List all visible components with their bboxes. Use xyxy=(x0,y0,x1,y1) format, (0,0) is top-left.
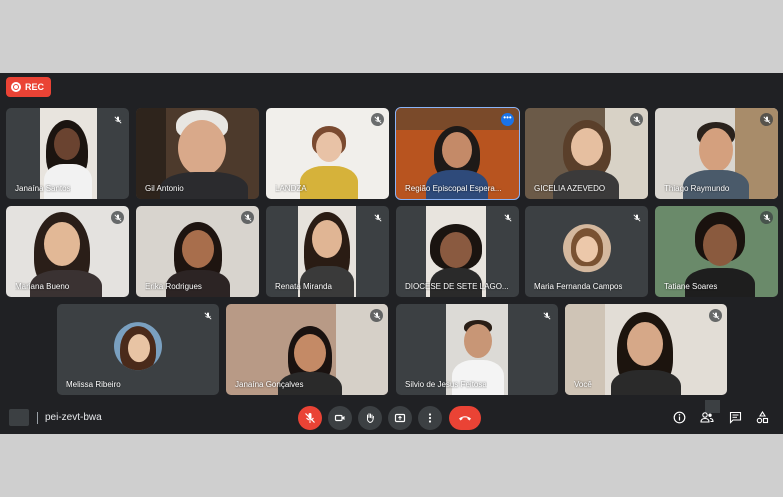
raise-hand-button[interactable] xyxy=(358,406,382,430)
more-options-button[interactable] xyxy=(418,406,442,430)
participant-name: Thiago Raymundo xyxy=(664,184,730,193)
divider xyxy=(37,412,38,424)
participant-avatar xyxy=(114,321,162,370)
participant-tile[interactable]: LANDZA xyxy=(266,108,389,199)
participant-tile[interactable]: DIOCESE DE SETE LAGO... xyxy=(396,206,519,297)
recording-badge: REC xyxy=(6,77,52,97)
info-icon xyxy=(673,411,685,423)
recording-label: REC xyxy=(25,82,45,92)
participant-name: LANDZA xyxy=(275,184,307,193)
mic-off-icon xyxy=(630,211,643,224)
mic-off-icon xyxy=(760,211,773,224)
participant-tile[interactable]: Silvio de Jesus Feitosa xyxy=(396,304,558,395)
mic-off-icon xyxy=(241,211,254,224)
mic-off-icon xyxy=(760,113,773,126)
more-options-icon[interactable]: ••• xyxy=(501,113,514,126)
participant-tile[interactable]: Janaína Santos xyxy=(6,108,129,199)
participant-tile[interactable]: Melissa Ribeiro xyxy=(57,304,219,395)
record-icon xyxy=(11,82,21,92)
participant-tile[interactable]: Maria Fernanda Campos xyxy=(525,206,648,297)
participant-name: Maria Fernanda Campos xyxy=(534,282,623,291)
mic-off-icon xyxy=(501,211,514,224)
self-preview-thumbnail[interactable] xyxy=(9,409,29,426)
present-screen-button[interactable] xyxy=(388,406,412,430)
leave-call-button[interactable] xyxy=(449,406,481,430)
mic-off-icon xyxy=(630,113,643,126)
mic-off-icon xyxy=(709,309,722,322)
meeting-details-button[interactable] xyxy=(670,408,688,426)
mic-off-icon xyxy=(111,113,124,126)
mic-off-icon xyxy=(540,309,553,322)
control-bar: pei-zevt-bwa xyxy=(0,400,783,434)
mic-toggle-button[interactable] xyxy=(298,406,322,430)
participant-tile[interactable]: Janaína Gonçalves xyxy=(226,304,388,395)
participant-tile[interactable]: Renata Miranda xyxy=(266,206,389,297)
participant-tile[interactable]: Thiago Raymundo xyxy=(655,108,778,199)
participant-name: Gil Antonio xyxy=(145,184,184,193)
hang-up-icon xyxy=(459,416,471,421)
camera-icon xyxy=(334,414,345,422)
meeting-code: pei-zevt-bwa xyxy=(45,412,102,423)
participant-tile[interactable]: Gil Antonio xyxy=(136,108,259,199)
mic-off-icon xyxy=(305,413,315,423)
participant-name: GICELIA AZEVEDO xyxy=(534,184,606,193)
participant-name: Erika Rodrigues xyxy=(145,282,202,291)
mic-off-icon xyxy=(371,113,384,126)
mic-off-icon xyxy=(111,211,124,224)
participant-tile-self[interactable]: Você xyxy=(565,304,727,395)
mic-off-icon xyxy=(201,309,214,322)
people-button[interactable] xyxy=(698,408,716,426)
participant-name: Renata Miranda xyxy=(275,282,332,291)
mic-off-icon xyxy=(371,211,384,224)
chat-icon xyxy=(729,411,741,424)
participant-name: Você xyxy=(574,380,592,389)
participant-tile-active[interactable]: Região Episcopal Espera... ••• xyxy=(395,107,520,200)
participant-avatar xyxy=(562,223,611,272)
meet-window: REC Janaína Santos Gil Antonio LANDZA Re… xyxy=(0,73,783,434)
participant-name: DIOCESE DE SETE LAGO... xyxy=(405,282,509,291)
camera-toggle-button[interactable] xyxy=(328,406,352,430)
participant-name: Janaína Gonçalves xyxy=(235,380,304,389)
raise-hand-icon xyxy=(366,413,374,424)
people-icon xyxy=(700,411,714,423)
participant-name: Melissa Ribeiro xyxy=(66,380,121,389)
chat-button[interactable] xyxy=(726,408,744,426)
participant-tile[interactable]: Tatiane Soares xyxy=(655,206,778,297)
activities-button[interactable] xyxy=(753,408,771,426)
participant-tile[interactable]: Erika Rodrigues xyxy=(136,206,259,297)
participant-name: Mariana Bueno xyxy=(15,282,70,291)
participant-name: Tatiane Soares xyxy=(664,282,718,291)
present-icon xyxy=(394,413,406,423)
participant-name: Silvio de Jesus Feitosa xyxy=(405,380,487,389)
participant-tile[interactable]: Mariana Bueno xyxy=(6,206,129,297)
mic-off-icon xyxy=(370,309,383,322)
participant-name: Região Episcopal Espera... xyxy=(405,184,502,193)
more-icon xyxy=(428,413,432,423)
participant-tile[interactable]: GICELIA AZEVEDO xyxy=(525,108,648,199)
activities-icon xyxy=(756,410,768,423)
participant-name: Janaína Santos xyxy=(15,184,71,193)
